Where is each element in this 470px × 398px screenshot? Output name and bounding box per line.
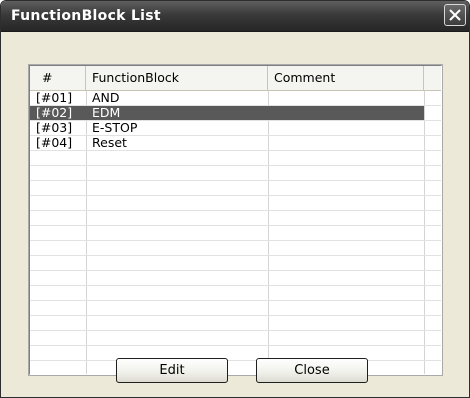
list-row[interactable]: [#03] E-STOP — [30, 121, 441, 135]
edit-button[interactable]: Edit — [116, 358, 228, 383]
list-row[interactable]: [#02] EDM — [30, 106, 441, 120]
column-header-number[interactable]: # — [30, 66, 86, 90]
window-title: FunctionBlock List — [11, 8, 161, 24]
row-number: [#01] — [36, 90, 73, 105]
close-window-button[interactable] — [444, 4, 466, 26]
row-functionblock: AND — [92, 90, 120, 105]
function-block-listview[interactable]: # FunctionBlock Comment [#01] AND [#02] … — [29, 65, 442, 375]
list-header: # FunctionBlock Comment — [30, 66, 441, 91]
title-bar[interactable]: FunctionBlock List — [1, 1, 469, 32]
close-button[interactable]: Close — [256, 358, 368, 383]
function-block-list-dialog: FunctionBlock List # FunctionBlock Comme… — [0, 0, 470, 398]
selection-highlight — [30, 106, 424, 120]
row-number: [#04] — [36, 135, 73, 150]
list-rows: [#01] AND [#02] EDM [#03] E-STOP [#04] R… — [30, 91, 441, 374]
list-row[interactable]: [#04] Reset — [30, 136, 441, 150]
row-functionblock: EDM — [92, 105, 121, 120]
row-number: [#02] — [36, 105, 73, 120]
column-header-functionblock[interactable]: FunctionBlock — [86, 66, 268, 90]
column-header-comment[interactable]: Comment — [268, 66, 424, 90]
list-row[interactable]: [#01] AND — [30, 91, 441, 105]
row-number: [#03] — [36, 120, 73, 135]
close-icon — [449, 9, 461, 21]
row-functionblock: Reset — [92, 135, 127, 150]
row-functionblock: E-STOP — [92, 120, 138, 135]
dialog-body: # FunctionBlock Comment [#01] AND [#02] … — [1, 32, 469, 397]
column-header-filler — [424, 66, 441, 90]
